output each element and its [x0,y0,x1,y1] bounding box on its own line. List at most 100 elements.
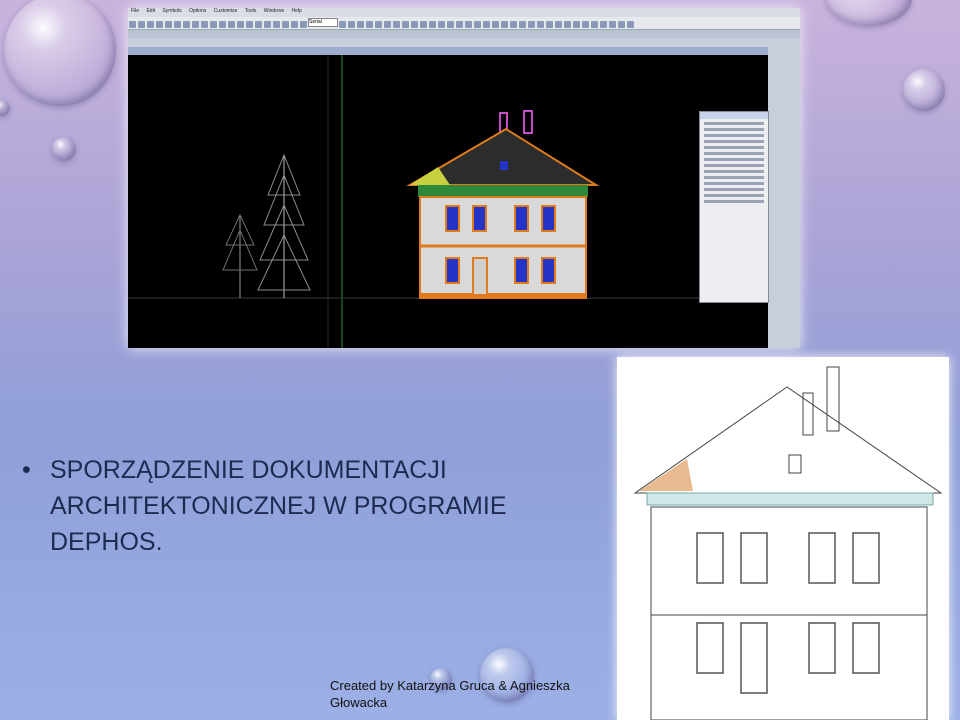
panel-row[interactable] [704,176,764,179]
door-icon [472,257,488,296]
menu-bar: File Edit Symbols Options Customize Tool… [128,8,800,17]
tool-icon[interactable] [492,21,499,28]
window-icon [808,532,836,584]
panel-row[interactable] [704,152,764,155]
tool-icon[interactable] [609,21,616,28]
facade-icon [650,506,928,720]
slide-text: SPORZĄDZENIE DOKUMENTACJI ARCHITEKTONICZ… [50,456,507,556]
window-icon [696,532,724,584]
eave-icon [418,185,588,197]
bubble-decoration [826,0,912,26]
tool-icon[interactable] [564,21,571,28]
tool-icon[interactable] [600,21,607,28]
window-icon [445,205,460,232]
menu-edit[interactable]: Edit [146,8,155,14]
window-icon [696,622,724,674]
tool-icon[interactable] [237,21,244,28]
tool-icon[interactable] [474,21,481,28]
tool-icon[interactable] [456,21,463,28]
tool-icon[interactable] [483,21,490,28]
tool-icon[interactable] [465,21,472,28]
panel-row[interactable] [704,128,764,131]
tool-icon[interactable] [420,21,427,28]
tool-icon[interactable] [147,21,154,28]
menu-windows[interactable]: Windows [264,8,284,14]
tool-icon[interactable] [246,21,253,28]
tool-icon[interactable] [537,21,544,28]
tool-icon[interactable] [210,21,217,28]
tool-icon[interactable] [228,21,235,28]
tool-icon[interactable] [201,21,208,28]
panel-row[interactable] [704,122,764,125]
menu-file[interactable]: File [131,8,139,14]
tool-icon[interactable] [627,21,634,28]
tool-icon[interactable] [519,21,526,28]
window-icon [500,161,508,170]
tool-icon[interactable] [264,21,271,28]
tool-icon[interactable] [384,21,391,28]
tree-icon [257,153,311,298]
credit-text: Created by Katarzyna Gruca & Agnieszka G… [330,678,570,710]
tool-icon[interactable] [447,21,454,28]
tool-icon[interactable] [282,21,289,28]
panel-row[interactable] [704,200,764,203]
menu-symbols[interactable]: Symbols [162,8,181,14]
panel-row[interactable] [704,188,764,191]
tool-icon[interactable] [582,21,589,28]
window-icon [788,454,802,474]
tool-icon[interactable] [411,21,418,28]
tool-icon[interactable] [366,21,373,28]
child-window-titlebar[interactable] [128,30,800,38]
tool-icon[interactable] [438,21,445,28]
tool-icon[interactable] [174,21,181,28]
menu-help[interactable]: Help [291,8,301,14]
toolbar-input[interactable]: Serial [308,18,338,27]
tool-icon[interactable] [156,21,163,28]
panel-row[interactable] [704,146,764,149]
tool-icon[interactable] [348,21,355,28]
tool-icon[interactable] [573,21,580,28]
tool-icon[interactable] [528,21,535,28]
tool-icon[interactable] [300,21,307,28]
panel-row[interactable] [704,164,764,167]
menu-customize[interactable]: Customize [214,8,238,14]
menu-tools[interactable]: Tools [245,8,257,14]
door-icon [740,622,768,694]
panel-row[interactable] [704,194,764,197]
panel-row[interactable] [704,170,764,173]
tool-icon[interactable] [429,21,436,28]
panel-row[interactable] [704,140,764,143]
tool-icon[interactable] [555,21,562,28]
tool-icon[interactable] [183,21,190,28]
panel-row[interactable] [704,182,764,185]
panel-row[interactable] [704,158,764,161]
tree-icon [222,213,258,298]
bubble-decoration [903,69,945,111]
tool-icon[interactable] [273,21,280,28]
tool-icon[interactable] [255,21,262,28]
bubble-decoration [0,100,10,116]
tool-icon[interactable] [138,21,145,28]
tool-icon[interactable] [129,21,136,28]
tool-icon[interactable] [393,21,400,28]
tool-icon[interactable] [591,21,598,28]
tool-icon[interactable] [165,21,172,28]
tool-icon[interactable] [291,21,298,28]
window-icon [541,205,556,232]
tool-icon[interactable] [375,21,382,28]
menu-options[interactable]: Options [189,8,206,14]
tool-icon[interactable] [618,21,625,28]
tool-icon[interactable] [501,21,508,28]
tool-icon[interactable] [192,21,199,28]
panel-row[interactable] [704,134,764,137]
panel-titlebar[interactable] [700,112,768,119]
tool-icon[interactable] [546,21,553,28]
architectural-drawing [617,357,949,720]
point-cloud-view[interactable] [128,55,768,348]
tool-icon[interactable] [339,21,346,28]
tool-icon[interactable] [402,21,409,28]
tool-icon[interactable] [510,21,517,28]
tool-icon[interactable] [357,21,364,28]
tool-icon[interactable] [219,21,226,28]
view-titlebar[interactable] [128,47,768,55]
